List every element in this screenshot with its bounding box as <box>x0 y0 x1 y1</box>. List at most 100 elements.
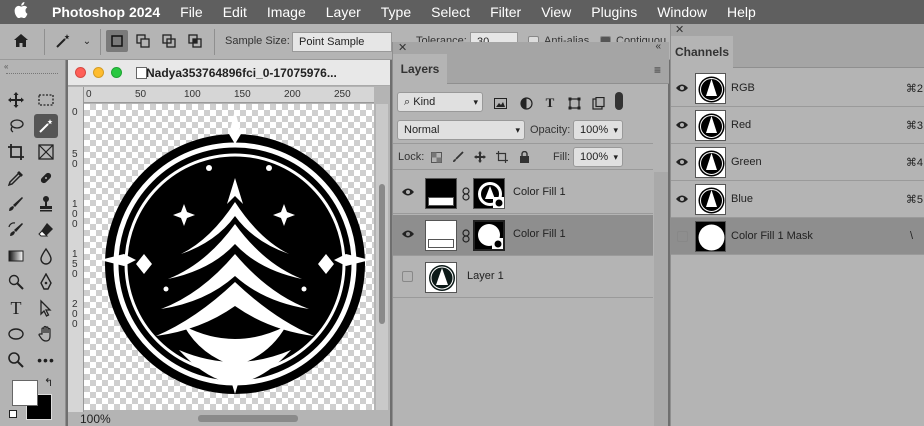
lasso-tool-icon[interactable] <box>4 114 28 138</box>
tab-channels[interactable]: Channels <box>671 36 733 68</box>
sample-size-select[interactable]: Point Sample <box>292 32 392 52</box>
blend-mode-select[interactable]: Normal ▾ <box>397 120 525 140</box>
history-brush-tool-icon[interactable] <box>4 218 28 242</box>
default-colors-icon[interactable] <box>9 410 17 418</box>
scroll-thumb[interactable] <box>379 184 385 324</box>
crop-tool-icon[interactable] <box>4 140 28 164</box>
home-icon[interactable] <box>10 30 32 52</box>
channel-row[interactable]: Color Fill 1 Mask \ <box>671 218 924 255</box>
channel-row[interactable]: Red ⌘3 <box>671 107 924 144</box>
close-panel-icon[interactable]: ✕ <box>675 23 684 36</box>
filter-pixel-icon[interactable] <box>491 94 509 112</box>
filter-shape-icon[interactable] <box>565 94 583 112</box>
horizontal-scroll-thumb[interactable] <box>198 415 298 422</box>
more-tools-icon[interactable]: ••• <box>34 348 58 372</box>
menu-help[interactable]: Help <box>717 0 766 24</box>
fill-input[interactable]: 100% ▾ <box>573 147 623 167</box>
brush-tool-icon[interactable] <box>4 192 28 216</box>
marquee-tool-icon[interactable] <box>34 88 58 112</box>
minimize-window-button[interactable] <box>93 67 104 78</box>
magic-wand-preset-icon[interactable] <box>52 30 74 52</box>
subtract-from-selection-icon[interactable] <box>158 30 180 52</box>
eye-icon[interactable] <box>401 228 415 242</box>
lock-all-icon[interactable] <box>517 150 531 164</box>
menu-image[interactable]: Image <box>257 0 316 24</box>
magic-wand-tool-icon[interactable] <box>34 114 58 138</box>
link-icon[interactable] <box>462 229 470 246</box>
layer-mask-thumbnail[interactable] <box>473 220 505 251</box>
zoom-level[interactable]: 100% <box>80 412 111 426</box>
visibility-toggle[interactable] <box>677 231 688 242</box>
lock-artboard-icon[interactable] <box>495 150 509 164</box>
type-tool-icon[interactable]: T <box>4 296 28 320</box>
layer-name[interactable]: Layer 1 <box>467 270 504 282</box>
canvas-area[interactable] <box>84 104 374 410</box>
lock-transparent-pixels-icon[interactable] <box>429 150 443 164</box>
layer-row[interactable]: Color Fill 1 <box>393 173 653 214</box>
menu-edit[interactable]: Edit <box>213 0 257 24</box>
visibility-toggle[interactable] <box>402 271 413 282</box>
menu-type[interactable]: Type <box>371 0 421 24</box>
ellipse-tool-icon[interactable] <box>4 322 28 346</box>
dodge-tool-icon[interactable] <box>4 270 28 294</box>
eraser-tool-icon[interactable] <box>34 218 58 242</box>
horizontal-ruler[interactable]: 0 50 100 150 200 250 <box>84 87 374 103</box>
healing-brush-tool-icon[interactable] <box>34 166 58 190</box>
eye-icon[interactable] <box>675 193 689 207</box>
eye-icon[interactable] <box>675 82 689 96</box>
document-tab[interactable]: Nadya353764896fci_0-17075976... <box>68 60 390 86</box>
filter-adjustment-icon[interactable] <box>517 94 535 112</box>
filter-kind-select[interactable]: ⌕ Kind ▾ <box>397 92 483 112</box>
chevron-down-icon[interactable]: ⌄ <box>76 30 98 52</box>
menu-layer[interactable]: Layer <box>316 0 371 24</box>
collapse-panel-icon[interactable]: « <box>655 41 661 52</box>
zoom-tool-icon[interactable] <box>4 348 28 372</box>
blur-tool-icon[interactable] <box>34 244 58 268</box>
fill-layer-thumbnail[interactable] <box>425 220 457 251</box>
apple-logo-icon[interactable] <box>0 1 42 23</box>
menu-window[interactable]: Window <box>647 0 717 24</box>
collapse-icon[interactable]: « <box>4 62 8 71</box>
close-window-button[interactable] <box>75 67 86 78</box>
panel-menu-icon[interactable]: ≡ <box>654 63 661 77</box>
layer-mask-thumbnail[interactable] <box>473 178 505 209</box>
lock-position-icon[interactable] <box>473 150 487 164</box>
lock-image-pixels-icon[interactable] <box>451 150 465 164</box>
opacity-input[interactable]: 100% ▾ <box>573 120 623 140</box>
eyedropper-tool-icon[interactable] <box>4 166 28 190</box>
frame-tool-icon[interactable] <box>34 140 58 164</box>
layer-thumbnail[interactable] <box>425 262 457 293</box>
filter-smart-object-icon[interactable] <box>589 94 607 112</box>
tab-layers[interactable]: Layers <box>393 54 447 84</box>
menu-filter[interactable]: Filter <box>480 0 531 24</box>
toolbar-grip[interactable] <box>6 73 58 76</box>
eye-icon[interactable] <box>675 156 689 170</box>
new-selection-icon[interactable] <box>106 30 128 52</box>
clone-stamp-tool-icon[interactable] <box>34 192 58 216</box>
eye-icon[interactable] <box>401 186 415 200</box>
intersect-selection-icon[interactable] <box>184 30 206 52</box>
link-icon[interactable] <box>462 187 470 204</box>
filter-toggle[interactable] <box>615 92 623 110</box>
add-to-selection-icon[interactable] <box>132 30 154 52</box>
move-tool-icon[interactable] <box>4 88 28 112</box>
filter-type-icon[interactable]: T <box>541 94 559 112</box>
channel-row[interactable]: Green ⌘4 <box>671 144 924 181</box>
layers-scrollbar[interactable] <box>654 172 668 426</box>
menu-view[interactable]: View <box>531 0 581 24</box>
path-selection-tool-icon[interactable] <box>34 296 58 320</box>
vertical-ruler[interactable]: 0 5 0 1 0 0 1 5 0 2 0 0 <box>68 87 84 413</box>
fill-layer-thumbnail[interactable] <box>425 178 457 209</box>
vertical-scrollbar[interactable] <box>376 104 388 410</box>
swap-colors-icon[interactable]: ↰ <box>44 376 53 389</box>
layer-name[interactable]: Color Fill 1 <box>513 228 566 240</box>
foreground-color-swatch[interactable] <box>12 380 38 406</box>
zoom-window-button[interactable] <box>111 67 122 78</box>
menu-plugins[interactable]: Plugins <box>581 0 647 24</box>
gradient-tool-icon[interactable] <box>4 244 28 268</box>
layer-row[interactable]: Color Fill 1 <box>393 215 653 256</box>
channel-row[interactable]: Blue ⌘5 <box>671 181 924 218</box>
eye-icon[interactable] <box>675 119 689 133</box>
menu-select[interactable]: Select <box>421 0 480 24</box>
close-panel-icon[interactable]: ✕ <box>398 41 407 54</box>
